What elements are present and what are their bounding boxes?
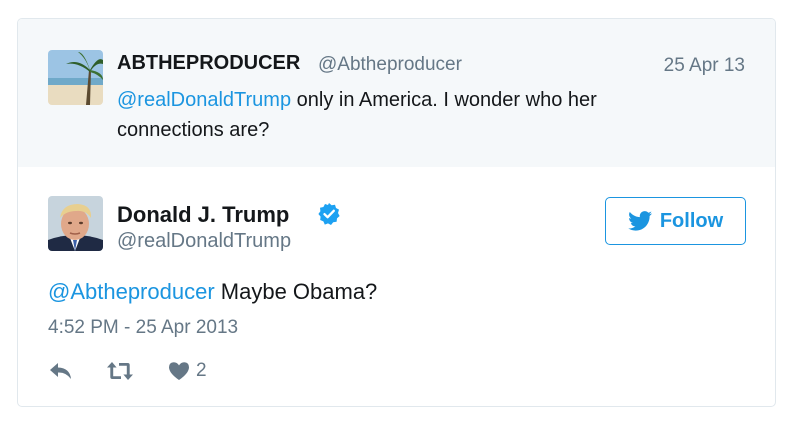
twitter-bird-icon	[627, 211, 652, 231]
tweet-embed-card: ABTHEPRODUCER @Abtheproducer 25 Apr 13 @…	[17, 18, 776, 407]
reply-button[interactable]	[48, 360, 74, 382]
parent-tweet[interactable]: ABTHEPRODUCER @Abtheproducer 25 Apr 13 @…	[18, 19, 775, 167]
parent-mention-link[interactable]: @realDonaldTrump	[117, 89, 291, 111]
tweet-timestamp[interactable]: 4:52 PM - 25 Apr 2013	[48, 317, 238, 339]
parent-display-name[interactable]: ABTHEPRODUCER	[117, 52, 300, 75]
beach-palm-avatar-icon	[48, 50, 103, 105]
parent-tweet-text: @realDonaldTrump only in America. I wond…	[117, 85, 657, 145]
tweet-text: @Abtheproducer Maybe Obama?	[48, 279, 377, 305]
follow-button[interactable]: Follow	[605, 197, 746, 245]
like-count: 2	[196, 360, 207, 381]
author-handle[interactable]: @realDonaldTrump	[117, 230, 291, 253]
author-display-name[interactable]: Donald J. Trump	[117, 202, 289, 228]
verified-badge-icon	[318, 203, 340, 225]
tweet-actions: 2	[48, 359, 207, 383]
portrait-avatar-icon	[48, 196, 103, 251]
follow-button-label: Follow	[659, 209, 724, 232]
heart-icon	[169, 362, 189, 380]
parent-handle[interactable]: @Abtheproducer	[318, 54, 462, 76]
parent-avatar[interactable]	[48, 50, 103, 105]
parent-date[interactable]: 25 Apr 13	[664, 55, 745, 77]
reply-icon	[50, 363, 71, 379]
tweet-text-body: Maybe Obama?	[214, 279, 378, 304]
tweet-mention-link[interactable]: @Abtheproducer	[48, 279, 215, 304]
retweet-button[interactable]	[74, 360, 134, 382]
author-avatar[interactable]	[48, 196, 103, 251]
like-button[interactable]: 2	[134, 360, 207, 382]
retweet-icon	[107, 362, 133, 380]
